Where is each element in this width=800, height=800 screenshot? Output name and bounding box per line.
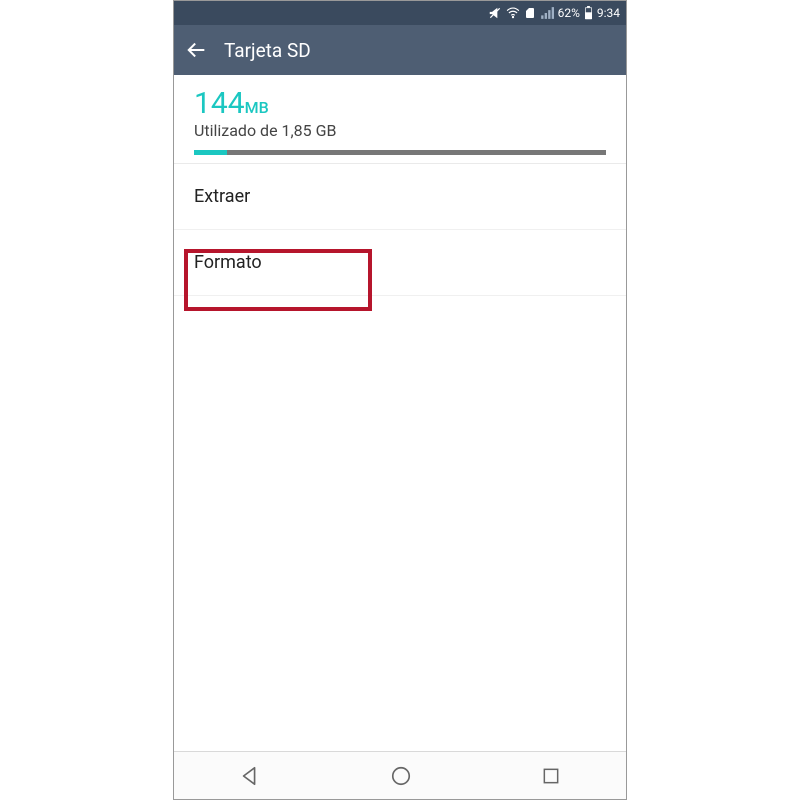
- clock-text: 9:34: [597, 6, 620, 20]
- eject-row[interactable]: Extraer: [174, 164, 626, 230]
- used-value: 144MB: [194, 89, 606, 119]
- content-area: 144MB Utilizado de 1,85 GB Extraer Forma…: [174, 75, 626, 751]
- navigation-bar: [174, 751, 626, 799]
- format-label: Formato: [194, 252, 262, 273]
- used-number: 144: [194, 86, 245, 121]
- nav-home-button[interactable]: [390, 765, 412, 787]
- storage-summary: 144MB Utilizado de 1,85 GB: [174, 75, 626, 164]
- storage-bar-fill: [194, 150, 227, 155]
- eject-label: Extraer: [194, 186, 250, 207]
- sd-card-icon: [524, 6, 536, 20]
- page-title: Tarjeta SD: [224, 39, 311, 62]
- battery-icon: [584, 6, 593, 20]
- back-button[interactable]: [186, 39, 208, 61]
- mute-icon: [488, 6, 502, 20]
- wifi-icon: [506, 6, 520, 20]
- format-row[interactable]: Formato: [174, 230, 626, 296]
- storage-bar: [194, 150, 606, 155]
- device-frame: 62% 9:34 Tarjeta SD 144MB Utilizado de 1…: [173, 0, 627, 800]
- battery-percent: 62%: [558, 6, 580, 20]
- signal-icon: [540, 6, 554, 20]
- used-subtitle: Utilizado de 1,85 GB: [194, 121, 606, 140]
- used-unit: MB: [245, 98, 269, 117]
- app-bar: Tarjeta SD: [174, 25, 626, 75]
- nav-back-button[interactable]: [239, 765, 261, 787]
- status-bar: 62% 9:34: [174, 1, 626, 25]
- nav-recent-button[interactable]: [541, 766, 561, 786]
